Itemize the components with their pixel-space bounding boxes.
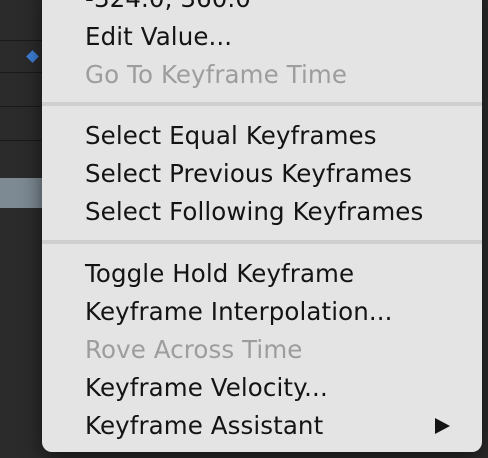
keyframe-diamond-icon[interactable] [26,50,39,63]
menu-item-value-readout: -324.0, 360.0 [85,0,251,18]
menu-separator [42,240,482,244]
menu-item-toggle-hold-keyframe[interactable]: Toggle Hold Keyframe [85,255,354,293]
menu-item-select-following-keyframes[interactable]: Select Following Keyframes [85,193,423,231]
menu-item-keyframe-interpolation[interactable]: Keyframe Interpolation... [85,293,393,331]
menu-item-edit-value[interactable]: Edit Value... [85,18,232,56]
keyframe-context-menu: -324.0, 360.0 Edit Value... Go To Keyfra… [42,0,482,452]
menu-separator [42,102,482,106]
menu-item-keyframe-velocity[interactable]: Keyframe Velocity... [85,369,328,407]
menu-item-keyframe-assistant[interactable]: Keyframe Assistant [85,407,323,445]
submenu-arrow-icon [435,418,450,434]
menu-item-select-previous-keyframes[interactable]: Select Previous Keyframes [85,155,412,193]
menu-item-go-to-keyframe-time: Go To Keyframe Time [85,60,348,89]
menu-item-select-equal-keyframes[interactable]: Select Equal Keyframes [85,117,377,155]
menu-item-rove-across-time: Rove Across Time [85,335,303,364]
